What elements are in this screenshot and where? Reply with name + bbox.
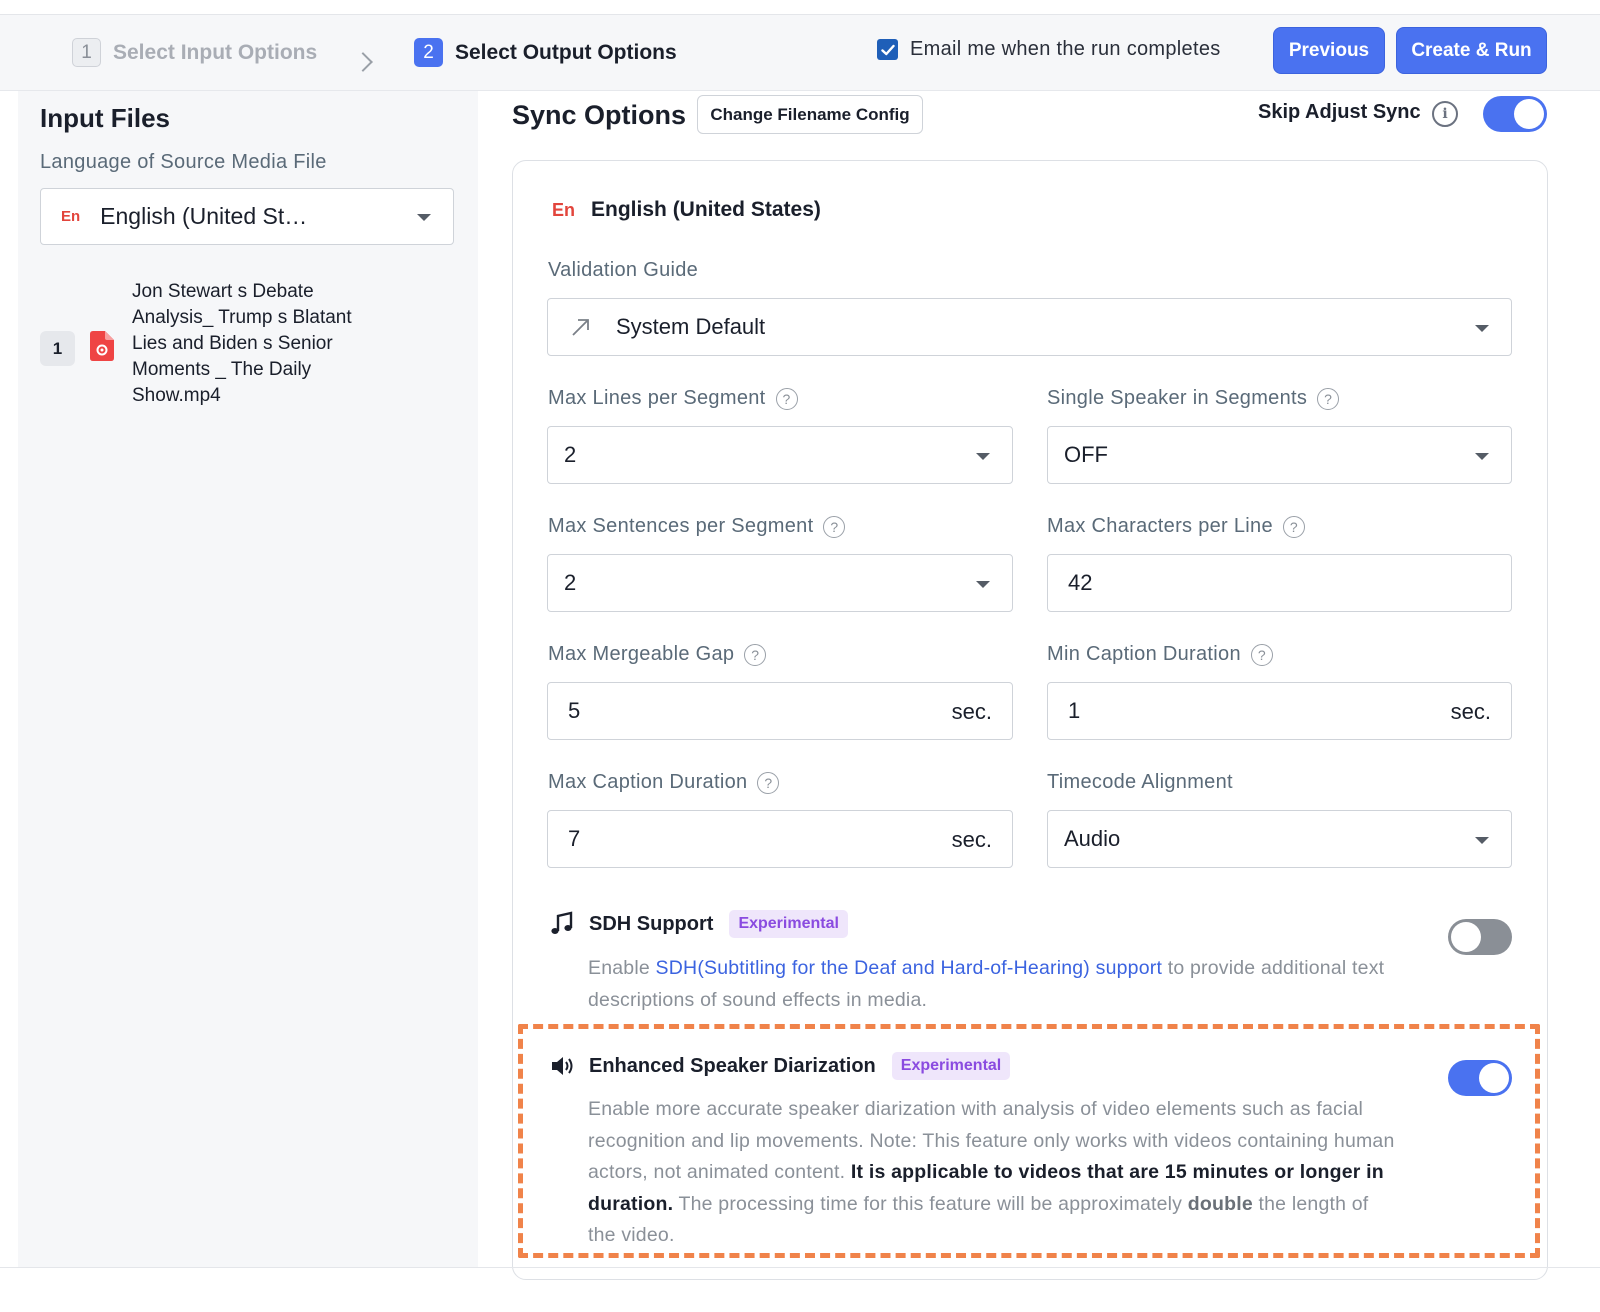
max-mergeable-gap-value: 5 — [568, 698, 581, 723]
max-lines-value: 2 — [564, 442, 577, 467]
email-notification[interactable]: Email me when the run completes — [877, 38, 1221, 61]
sdh-support-label: SDH Support — [589, 912, 714, 935]
unit-label: sec. — [1450, 699, 1491, 724]
max-lines-label: Max Lines per Segment ? — [548, 387, 798, 410]
dropdown-caret-icon — [1475, 453, 1489, 460]
validation-guide-label: Validation Guide — [548, 259, 698, 282]
email-label: Email me when the run completes — [910, 38, 1221, 60]
dropdown-caret-icon — [417, 214, 431, 221]
max-caption-duration-value: 7 — [568, 826, 581, 851]
email-checkbox[interactable] — [877, 39, 898, 60]
timecode-alignment-label: Timecode Alignment — [1047, 771, 1233, 794]
source-language-select[interactable]: En English (United St… — [40, 188, 454, 245]
sdh-support-title: SDH Support Experimental — [549, 910, 848, 938]
sdh-support-description: Enable SDH(Subtitling for the Deaf and H… — [588, 953, 1388, 1016]
max-sentences-label: Max Sentences per Segment ? — [548, 515, 846, 538]
input-files-title: Input Files — [40, 103, 170, 133]
previous-button[interactable]: Previous — [1273, 27, 1385, 74]
help-icon[interactable]: ? — [775, 387, 798, 410]
max-caption-duration-label: Max Caption Duration ? — [548, 771, 780, 794]
min-caption-duration-label: Min Caption Duration ? — [1047, 643, 1273, 666]
file-name: Jon Stewart s Debate Analysis_ Trump s B… — [132, 281, 352, 406]
help-icon[interactable]: ? — [757, 771, 780, 794]
language-badge-icon: En — [61, 208, 81, 225]
max-sentences-select[interactable]: 2 — [547, 554, 1013, 612]
label-text: Single Speaker in Segments — [1047, 387, 1308, 409]
dropdown-caret-icon — [976, 453, 990, 460]
label-text: Max Sentences per Segment — [548, 515, 814, 537]
skip-adjust-sync-toggle[interactable] — [1483, 96, 1547, 132]
experimental-badge: Experimental — [729, 910, 848, 938]
max-characters-value: 42 — [1068, 570, 1093, 595]
skip-adjust-sync-label: Skip Adjust Sync — [1258, 101, 1421, 123]
single-speaker-label: Single Speaker in Segments ? — [1047, 387, 1340, 410]
single-speaker-select[interactable]: OFF — [1047, 426, 1512, 484]
checkmark-icon — [880, 44, 895, 55]
validation-guide-value: System Default — [616, 314, 766, 339]
dropdown-caret-icon — [976, 581, 990, 588]
timecode-alignment-select[interactable]: Audio — [1047, 810, 1512, 868]
dropdown-caret-icon — [1475, 325, 1489, 332]
help-icon[interactable]: ? — [1282, 515, 1305, 538]
source-language-label: Language of Source Media File — [40, 151, 327, 173]
wizard-header: 1 Select Input Options 2 Select Output O… — [0, 15, 1600, 91]
bottom-divider — [0, 1267, 1600, 1268]
desc-text: Enable — [588, 957, 656, 979]
label-text: Timecode Alignment — [1047, 771, 1233, 793]
label-text: Validation Guide — [548, 259, 699, 281]
help-icon[interactable]: ? — [1250, 643, 1273, 666]
max-sentences-value: 2 — [564, 570, 577, 595]
validation-guide-select[interactable]: System Default — [547, 298, 1512, 356]
unit-label: sec. — [951, 699, 992, 724]
source-language-value: English (United St… — [100, 203, 308, 229]
help-icon[interactable]: ? — [1317, 387, 1340, 410]
music-note-icon — [551, 911, 573, 934]
step-number: 2 — [414, 38, 443, 67]
file-index: 1 — [40, 331, 75, 366]
language-badge-icon: En — [552, 199, 576, 220]
video-file-icon — [90, 331, 114, 361]
step-select-output-options[interactable]: 2 Select Output Options — [414, 38, 677, 67]
label-text: Max Lines per Segment — [548, 387, 766, 409]
label-text: Max Characters per Line — [1047, 515, 1273, 537]
sdh-support-toggle[interactable] — [1448, 919, 1512, 955]
toggle-knob — [1451, 922, 1481, 952]
step-label: Select Output Options — [455, 40, 677, 64]
info-icon[interactable]: i — [1432, 101, 1458, 127]
label-text: Min Caption Duration — [1047, 643, 1241, 665]
max-characters-label: Max Characters per Line ? — [1047, 515, 1305, 538]
step-label: Select Input Options — [113, 40, 318, 64]
unit-label: sec. — [951, 827, 992, 852]
card-language-name: English (United States) — [591, 198, 821, 221]
help-icon[interactable]: ? — [744, 643, 767, 666]
input-files-panel: Input Files Language of Source Media Fil… — [18, 91, 478, 1267]
sdh-support-link[interactable]: SDH(Subtitling for the Deaf and Hard-of-… — [656, 957, 1163, 979]
timecode-alignment-value: Audio — [1064, 826, 1121, 851]
step-select-input-options[interactable]: 1 Select Input Options — [72, 38, 317, 67]
card-language-header: En English (United States) — [552, 198, 821, 222]
dropdown-caret-icon — [1475, 837, 1489, 844]
max-caption-duration-input[interactable]: 7 sec. — [547, 810, 1013, 868]
change-filename-config-button[interactable]: Change Filename Config — [697, 95, 923, 134]
create-run-button[interactable]: Create & Run — [1396, 27, 1547, 74]
external-arrow-icon — [572, 319, 589, 336]
step-number: 1 — [72, 38, 101, 67]
single-speaker-value: OFF — [1064, 442, 1108, 467]
highlight-box — [518, 1024, 1540, 1258]
help-icon[interactable]: ? — [823, 515, 846, 538]
max-characters-input[interactable]: 42 — [1047, 554, 1512, 612]
min-caption-duration-input[interactable]: 1 sec. — [1047, 682, 1512, 740]
label-text: Max Mergeable Gap — [548, 643, 735, 665]
max-mergeable-gap-input[interactable]: 5 sec. — [547, 682, 1013, 740]
min-caption-duration-value: 1 — [1068, 698, 1081, 723]
label-text: Max Caption Duration — [548, 771, 748, 793]
max-lines-select[interactable]: 2 — [547, 426, 1013, 484]
toggle-knob — [1514, 99, 1544, 129]
max-mergeable-gap-label: Max Mergeable Gap ? — [548, 643, 767, 666]
chevron-right-icon — [353, 52, 373, 72]
sync-options-title: Sync Options — [512, 100, 687, 130]
